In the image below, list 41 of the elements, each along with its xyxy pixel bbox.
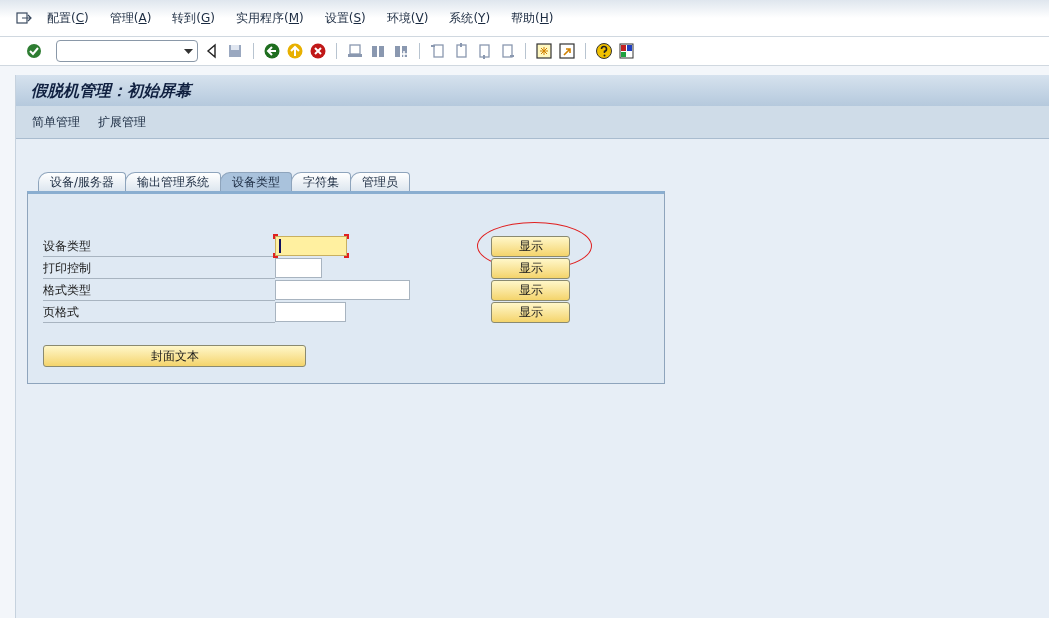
display-button[interactable]: 显示 bbox=[491, 279, 570, 301]
dropdown-caret-icon[interactable] bbox=[184, 48, 193, 54]
layout-icon[interactable] bbox=[618, 42, 636, 60]
tab[interactable]: 管理员 bbox=[350, 172, 411, 191]
menu-item[interactable]: 系统(Y) bbox=[449, 9, 491, 27]
new-window-icon[interactable] bbox=[535, 42, 553, 60]
shortcut-icon[interactable] bbox=[558, 42, 576, 60]
check-icon[interactable] bbox=[25, 42, 43, 60]
cover-text-button[interactable]: 封面文本 bbox=[43, 345, 306, 367]
field-label: 设备类型 bbox=[43, 235, 275, 257]
first-page-icon[interactable] bbox=[429, 42, 447, 60]
toolbar-link[interactable]: 扩展管理 bbox=[98, 113, 146, 131]
command-field[interactable] bbox=[56, 40, 198, 62]
exit-icon[interactable] bbox=[16, 11, 32, 25]
display-button[interactable]: 显示 bbox=[491, 235, 570, 257]
tab[interactable]: 字符集 bbox=[291, 172, 352, 191]
save-icon[interactable] bbox=[226, 42, 244, 60]
field-label: 打印控制 bbox=[43, 257, 275, 279]
menu-item[interactable]: 实用程序(M) bbox=[236, 9, 304, 27]
field-label: 页格式 bbox=[43, 301, 275, 323]
input-field[interactable] bbox=[275, 236, 347, 256]
field-label: 格式类型 bbox=[43, 279, 275, 301]
input-field[interactable] bbox=[275, 302, 346, 322]
tab[interactable]: 设备类型 bbox=[220, 172, 293, 191]
menu-item[interactable]: 帮助(H) bbox=[511, 9, 554, 27]
menu-item[interactable]: 管理(A) bbox=[109, 9, 152, 27]
tab[interactable]: 设备/服务器 bbox=[38, 172, 127, 191]
input-field[interactable] bbox=[275, 280, 410, 300]
menu-item[interactable]: 设置(S) bbox=[324, 9, 366, 27]
menu-item[interactable]: 配置(C) bbox=[47, 9, 89, 27]
display-button[interactable]: 显示 bbox=[491, 257, 570, 279]
input-field[interactable] bbox=[275, 258, 322, 278]
tab[interactable]: 输出管理系统 bbox=[125, 172, 222, 191]
toolbar-link[interactable]: 简单管理 bbox=[32, 113, 80, 131]
help-icon[interactable] bbox=[595, 42, 613, 60]
cancel-icon[interactable] bbox=[309, 42, 327, 60]
display-button[interactable]: 显示 bbox=[491, 301, 570, 323]
print-icon[interactable] bbox=[346, 42, 364, 60]
menu-item[interactable]: 转到(G) bbox=[172, 9, 216, 27]
menu-item[interactable]: 环境(V) bbox=[386, 9, 429, 27]
screen-title: 假脱机管理：初始屏幕 bbox=[31, 79, 191, 102]
